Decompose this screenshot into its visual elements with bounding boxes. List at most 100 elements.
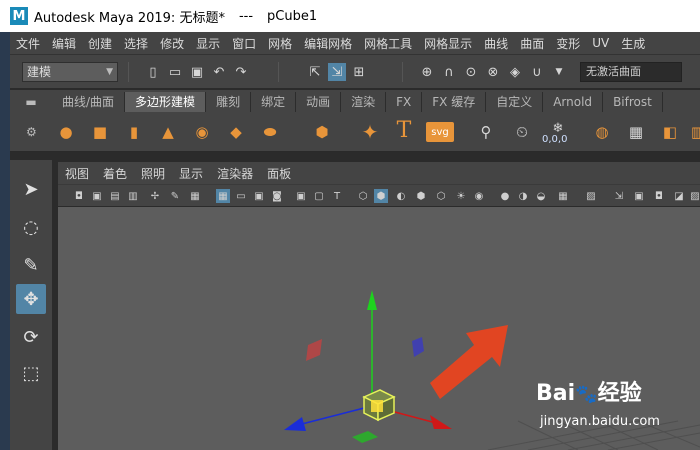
menu-mesh[interactable]: 网格 bbox=[262, 35, 298, 52]
mirror-icon[interactable]: ◧ bbox=[658, 120, 682, 144]
select-object-icon[interactable]: ⇲ bbox=[328, 63, 346, 81]
anti-aliasing-icon[interactable]: ▨ bbox=[584, 189, 598, 203]
tab-poly-modeling[interactable]: 多边形建模 bbox=[125, 92, 207, 112]
safe-title-icon[interactable]: T bbox=[330, 189, 344, 203]
tab-custom[interactable]: 自定义 bbox=[486, 92, 544, 112]
two-d-pan-icon[interactable]: ✢ bbox=[148, 189, 162, 203]
select-tool-icon[interactable]: ➤ bbox=[16, 174, 46, 204]
chevron-down-icon[interactable]: ▼ bbox=[550, 63, 568, 81]
poly-torus-icon[interactable]: ◉ bbox=[190, 120, 214, 144]
menu-window[interactable]: 窗口 bbox=[226, 35, 262, 52]
tab-sculpting[interactable]: 雕刻 bbox=[206, 92, 252, 112]
panel-menu-lighting[interactable]: 照明 bbox=[134, 165, 172, 182]
lasso-tool-icon[interactable]: ◌ bbox=[16, 212, 46, 242]
menu-select[interactable]: 选择 bbox=[118, 35, 154, 52]
bookmark-icon[interactable]: ▤ bbox=[108, 189, 122, 203]
menu-deform[interactable]: 变形 bbox=[550, 35, 586, 52]
depth-of-field-icon[interactable]: ⇲ bbox=[612, 189, 626, 203]
scale-tool-icon[interactable]: ⬚ bbox=[16, 358, 46, 388]
tab-rendering[interactable]: 渲染 bbox=[341, 92, 387, 112]
super-shape-icon[interactable]: ✦ bbox=[358, 120, 382, 144]
menu-surfaces[interactable]: 曲面 bbox=[514, 35, 550, 52]
redo-icon[interactable]: ↷ bbox=[232, 63, 250, 81]
type-tool-icon[interactable]: T bbox=[392, 118, 416, 143]
paint-select-icon[interactable]: ✎ bbox=[16, 250, 46, 280]
poly-cone-icon[interactable]: ▲ bbox=[156, 120, 180, 144]
smooth-shade-icon[interactable]: ⬢ bbox=[374, 189, 388, 203]
tab-animation[interactable]: 动画 bbox=[296, 92, 342, 112]
film-gate-icon[interactable]: ▭ bbox=[234, 189, 248, 203]
tab-fx[interactable]: FX bbox=[386, 92, 423, 112]
snap-magnet-icon[interactable]: ∪ bbox=[528, 63, 546, 81]
poly-cube-icon[interactable]: ■ bbox=[88, 120, 112, 144]
field-chart-icon[interactable]: ▣ bbox=[294, 189, 308, 203]
combine-icon[interactable]: ◍ bbox=[590, 120, 614, 144]
tab-curves-surfaces[interactable]: 曲线/曲面 bbox=[52, 92, 126, 112]
menu-file[interactable]: 文件 bbox=[10, 35, 46, 52]
default-lighting-icon[interactable]: ◐ bbox=[394, 189, 408, 203]
snap-point-icon[interactable]: ⊙ bbox=[462, 63, 480, 81]
menu-uv[interactable]: UV bbox=[586, 36, 615, 50]
grid-display-icon[interactable]: ▦ bbox=[216, 189, 230, 203]
save-scene-icon[interactable]: ▣ bbox=[188, 63, 206, 81]
undo-icon[interactable]: ↶ bbox=[210, 63, 228, 81]
textured-icon[interactable]: ⬢ bbox=[414, 189, 428, 203]
menu-modify[interactable]: 修改 bbox=[154, 35, 190, 52]
camera-icon[interactable]: ◘ bbox=[72, 189, 86, 203]
panel-menu-show[interactable]: 显示 bbox=[172, 165, 210, 182]
gear-icon[interactable]: ⚙ bbox=[26, 125, 37, 139]
motion-blur-icon[interactable]: ▦ bbox=[556, 189, 570, 203]
menu-curves[interactable]: 曲线 bbox=[478, 35, 514, 52]
shadows-icon[interactable]: ☀ bbox=[454, 189, 468, 203]
panel-menu-view[interactable]: 视图 bbox=[58, 165, 96, 182]
select-component-icon[interactable]: ⊞ bbox=[350, 63, 368, 81]
gate-mask-icon[interactable]: ◙ bbox=[270, 189, 284, 203]
poly-platonic-icon[interactable]: ⬢ bbox=[310, 120, 334, 144]
menu-generate[interactable]: 生成 bbox=[615, 35, 651, 52]
ambient-occlusion-icon[interactable]: ◉ bbox=[472, 189, 486, 203]
grease-pencil-icon[interactable]: ✎ bbox=[168, 189, 182, 203]
poly-disc-icon[interactable]: ⬬ bbox=[258, 120, 282, 144]
exposure-icon[interactable]: ◘ bbox=[652, 189, 666, 203]
open-scene-icon[interactable]: ▭ bbox=[166, 63, 184, 81]
menu-mesh-tools[interactable]: 网格工具 bbox=[358, 35, 418, 52]
grid-toggle-icon[interactable]: ▦ bbox=[188, 189, 202, 203]
safe-action-icon[interactable]: ▢ bbox=[312, 189, 326, 203]
use-all-lights-icon[interactable]: ⬡ bbox=[434, 189, 448, 203]
mode-dropdown[interactable]: 建模 ▼ bbox=[22, 62, 118, 82]
tab-fx-caching[interactable]: FX 缓存 bbox=[422, 92, 487, 112]
image-plane-icon[interactable]: ▥ bbox=[126, 189, 140, 203]
menu-create[interactable]: 创建 bbox=[82, 35, 118, 52]
panel-menu-shading[interactable]: 着色 bbox=[96, 165, 134, 182]
poly-sphere-icon[interactable]: ● bbox=[54, 120, 78, 144]
menu-display[interactable]: 显示 bbox=[190, 35, 226, 52]
menu-edit[interactable]: 编辑 bbox=[46, 35, 82, 52]
xray-icon[interactable]: ◑ bbox=[516, 189, 530, 203]
camera-attrs-icon[interactable]: ▣ bbox=[90, 189, 104, 203]
snap-grid-icon[interactable]: ⊕ bbox=[418, 63, 436, 81]
menu-edit-mesh[interactable]: 编辑网格 bbox=[298, 35, 358, 52]
new-scene-icon[interactable]: ▯ bbox=[144, 63, 162, 81]
menu-mesh-display[interactable]: 网格显示 bbox=[418, 35, 478, 52]
sweep-mesh-icon[interactable]: ⚲ bbox=[474, 120, 498, 144]
shelf-menu-icon[interactable]: ▬ bbox=[10, 92, 52, 112]
mash-icon[interactable]: ⏲ bbox=[510, 120, 534, 144]
svg-tool-icon[interactable]: svg bbox=[426, 122, 454, 142]
image-icon[interactable]: ▣ bbox=[632, 189, 646, 203]
snap-curve-icon[interactable]: ∩ bbox=[440, 63, 458, 81]
separate-icon[interactable]: ▦ bbox=[624, 120, 648, 144]
gamma-icon[interactable]: ◪ bbox=[672, 189, 686, 203]
snap-surface-icon[interactable]: ◈ bbox=[506, 63, 524, 81]
isolate-select-icon[interactable]: ● bbox=[498, 189, 512, 203]
panel-menu-panels[interactable]: 面板 bbox=[260, 165, 298, 182]
panel-menu-renderer[interactable]: 渲染器 bbox=[210, 165, 260, 182]
select-hierarchy-icon[interactable]: ⇱ bbox=[306, 63, 324, 81]
snap-view-plane-icon[interactable]: ⊗ bbox=[484, 63, 502, 81]
poly-cylinder-icon[interactable]: ▮ bbox=[122, 120, 146, 144]
move-tool-icon[interactable]: ✥ bbox=[16, 284, 46, 314]
poly-plane-icon[interactable]: ◆ bbox=[224, 120, 248, 144]
tab-arnold[interactable]: Arnold bbox=[543, 92, 604, 112]
live-surface-field[interactable]: 无激活曲面 bbox=[580, 62, 682, 82]
tab-bifrost[interactable]: Bifrost bbox=[603, 92, 663, 112]
xray-joints-icon[interactable]: ◒ bbox=[534, 189, 548, 203]
